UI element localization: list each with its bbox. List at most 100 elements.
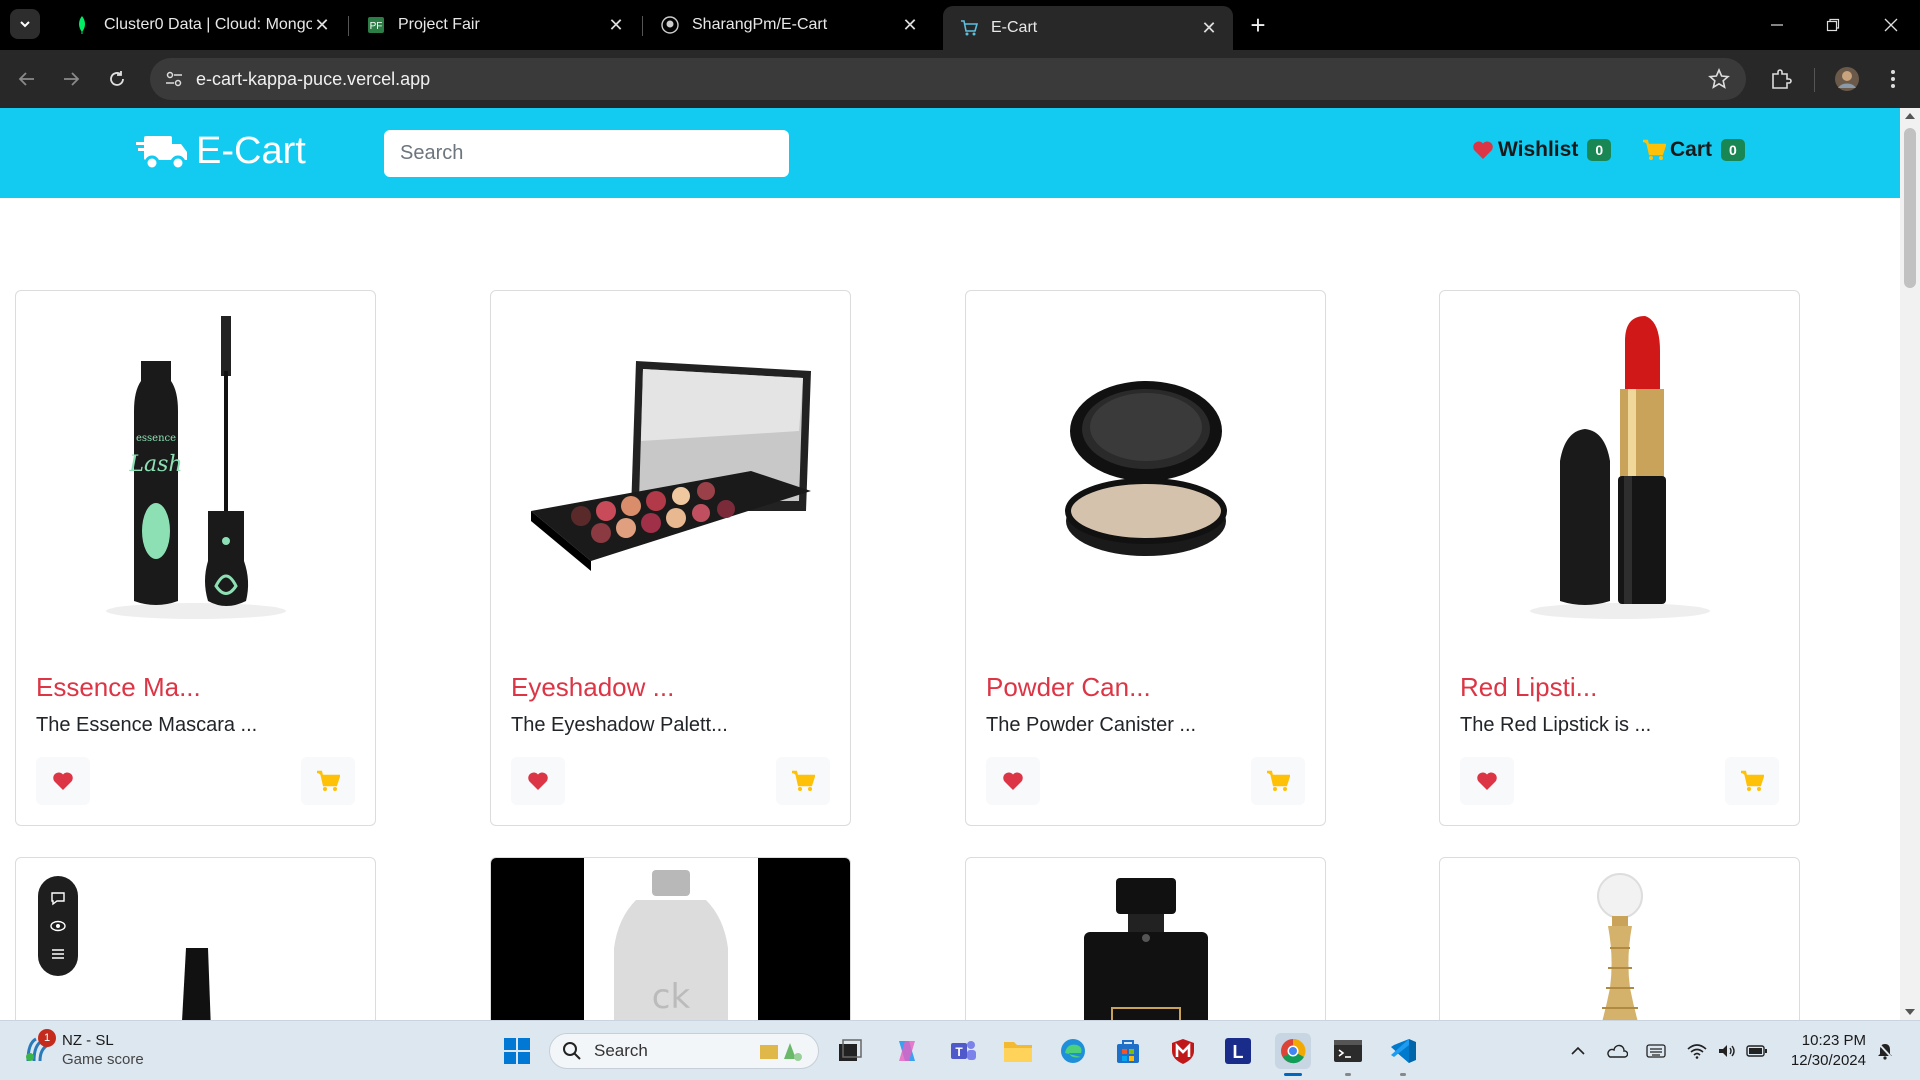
add-to-cart-button[interactable] [1725,757,1779,805]
teams-button[interactable]: T [945,1033,981,1069]
product-image-powder[interactable] [966,291,1325,651]
chrome-button[interactable] [1275,1033,1311,1069]
close-icon[interactable]: ✕ [312,15,332,35]
close-icon[interactable]: ✕ [606,15,626,35]
tab-ecart[interactable]: E-Cart ✕ [943,6,1233,50]
running-app-indicator [1345,1073,1351,1076]
avatar-icon [1835,67,1859,91]
tab-mongodb[interactable]: Cluster0 Data | Cloud: MongoDB ✕ [56,6,346,44]
product-description: The Red Lipstick is ... [1460,714,1652,736]
cart-label: Cart [1670,138,1713,161]
menu-button[interactable] [1878,64,1908,94]
eye-icon[interactable] [50,918,66,934]
extensions-button[interactable] [1766,64,1796,94]
product-image[interactable] [1440,858,1799,1020]
product-image-lipstick[interactable] [1440,291,1799,651]
scroll-up-icon[interactable] [1905,113,1915,119]
site-info-icon[interactable] [164,69,184,94]
comment-icon[interactable] [50,890,66,906]
battery-icon[interactable] [1746,1041,1768,1061]
weather-widget[interactable]: 1 NZ - SL Game score [22,1029,144,1069]
site-navbar: E-Cart Wishlist 0 Cart 0 [0,108,1900,198]
minimize-button[interactable] [1762,10,1792,40]
product-card[interactable]: Red Lipsti... The Red Lipstick is ... [1439,290,1800,826]
add-to-cart-button[interactable] [301,757,355,805]
add-to-wishlist-button[interactable] [36,757,90,805]
profile-avatar[interactable] [1832,64,1862,94]
scroll-down-icon[interactable] [1905,1009,1915,1015]
cart-icon [1267,770,1290,791]
add-to-wishlist-button[interactable] [986,757,1040,805]
brand-link[interactable]: E-Cart [136,130,306,173]
product-title[interactable]: Eyeshadow ... [511,672,674,703]
file-explorer-button[interactable] [1000,1033,1036,1069]
tab-title: Cluster0 Data | Cloud: MongoDB [104,16,312,33]
taskbar-search[interactable]: Search [549,1033,819,1069]
product-title[interactable]: Essence Ma... [36,672,201,703]
l-app-button[interactable]: L [1220,1033,1256,1069]
add-to-cart-button[interactable] [776,757,830,805]
product-image-eyeshadow[interactable] [491,291,850,651]
close-icon[interactable]: ✕ [900,15,920,35]
close-icon [1884,18,1898,32]
edge-button[interactable] [1055,1033,1091,1069]
add-to-wishlist-button[interactable] [511,757,565,805]
vscode-button[interactable] [1385,1033,1421,1069]
keyboard-icon[interactable] [1645,1041,1667,1061]
product-card[interactable] [1439,857,1800,1020]
wifi-icon[interactable] [1686,1041,1708,1061]
tab-project-fair[interactable]: PF Project Fair ✕ [350,6,640,44]
scrollbar-thumb[interactable] [1904,128,1916,288]
clock-date: 12/30/2024 [1790,1052,1866,1069]
restore-button[interactable] [1818,10,1848,40]
widget-subtitle: Game score [62,1051,144,1068]
product-card[interactable] [965,857,1326,1020]
product-card[interactable]: essence Lash Essence Ma... The Essence M… [15,290,376,826]
cart-icon [1643,139,1666,160]
search-input[interactable] [384,130,789,177]
start-button[interactable] [499,1033,535,1069]
teams-icon: T [951,1041,976,1060]
store-button[interactable] [1110,1033,1146,1069]
back-button[interactable] [12,64,42,94]
copilot-icon [899,1041,915,1061]
page-scrollbar[interactable] [1900,108,1920,1020]
product-description: The Eyeshadow Palett... [511,714,728,736]
list-icon[interactable] [50,946,66,962]
terminal-button[interactable] [1330,1033,1366,1069]
chevron-down-icon [20,21,30,28]
add-to-cart-button[interactable] [1251,757,1305,805]
copilot-button[interactable] [889,1033,925,1069]
notification-bell-icon[interactable] [1874,1041,1896,1061]
new-tab-button[interactable]: + [1245,10,1271,40]
reload-button[interactable] [102,64,132,94]
product-title[interactable]: Red Lipsti... [1460,672,1597,703]
product-image-mascara[interactable]: essence Lash [16,291,375,651]
heart-icon [528,772,548,790]
address-bar[interactable]: e-cart-kappa-puce.vercel.app [150,58,1746,100]
product-image[interactable] [966,858,1325,1020]
mcafee-button[interactable] [1165,1033,1201,1069]
show-hidden-icons-button[interactable] [1567,1041,1589,1061]
bookmark-star-icon[interactable] [1708,67,1730,95]
search-icon [563,1042,581,1060]
system-clock[interactable]: 10:23 PM 12/30/2024 [1786,1031,1866,1071]
add-to-wishlist-button[interactable] [1460,757,1514,805]
product-card[interactable]: Eyeshadow ... The Eyeshadow Palett... [490,290,851,826]
tab-github[interactable]: SharangPm/E-Cart ✕ [644,6,934,44]
volume-icon[interactable] [1716,1041,1738,1061]
close-window-button[interactable] [1876,10,1906,40]
wishlist-link[interactable]: Wishlist 0 [1472,138,1612,162]
product-image[interactable]: ck [491,858,850,1020]
windows-taskbar: 1 NZ - SL Game score Search T L 10:23 PM… [0,1020,1920,1080]
product-card[interactable]: ck [490,857,851,1020]
product-card[interactable]: Powder Can... The Powder Canister ... [965,290,1326,826]
store-icon [1117,1040,1139,1063]
onedrive-icon[interactable] [1606,1041,1628,1061]
product-title[interactable]: Powder Can... [986,672,1151,703]
close-icon[interactable]: ✕ [1199,18,1219,38]
tab-search-button[interactable] [10,9,40,39]
task-view-button[interactable] [833,1033,869,1069]
forward-button[interactable] [56,64,86,94]
cart-link[interactable]: Cart 0 [1642,138,1745,162]
